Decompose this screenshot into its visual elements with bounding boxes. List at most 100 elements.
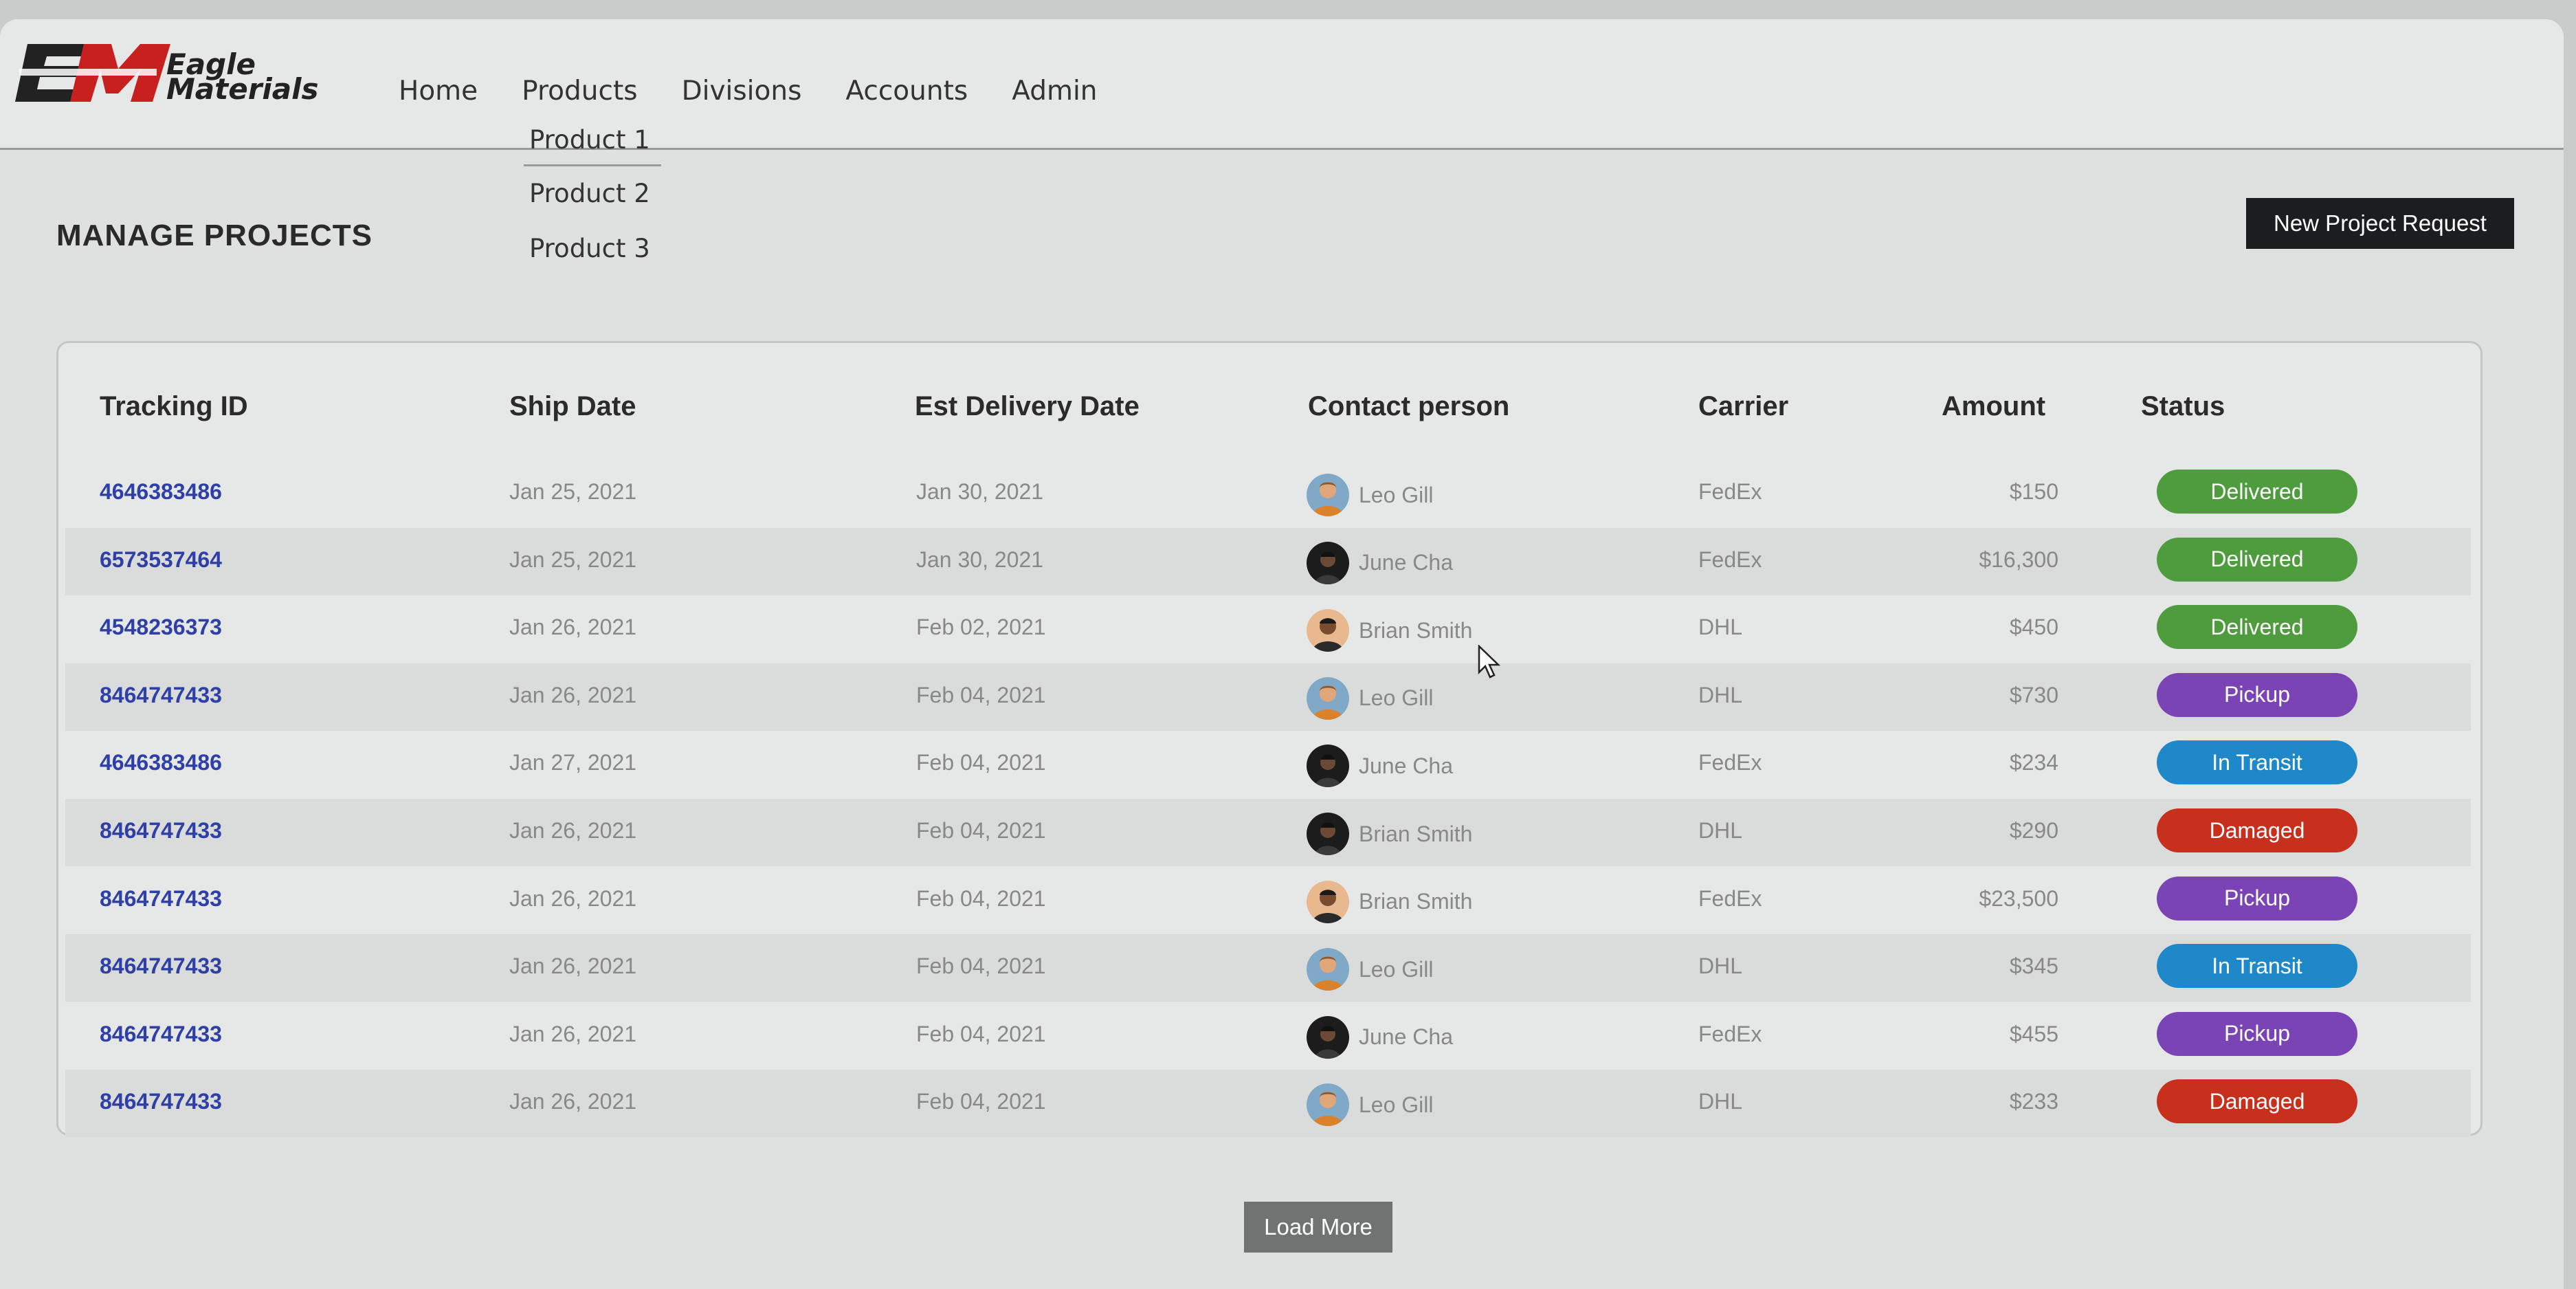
avatar bbox=[1307, 1015, 1349, 1059]
carrier: DHL bbox=[1698, 682, 1743, 707]
column-header-carrier[interactable]: Carrier bbox=[1698, 391, 1788, 422]
contact-name: Leo Gill bbox=[1359, 1092, 1434, 1117]
ship-date: Jan 26, 2021 bbox=[509, 1089, 637, 1114]
ship-date: Jan 27, 2021 bbox=[509, 750, 637, 775]
avatar bbox=[1307, 948, 1349, 991]
tracking-id-link[interactable]: 4646383486 bbox=[100, 750, 222, 775]
status-badge: Pickup bbox=[2157, 1011, 2357, 1056]
eagle-materials-logo[interactable]: Eagle Materials bbox=[15, 34, 345, 110]
new-project-request-button[interactable]: New Project Request bbox=[2246, 198, 2514, 249]
table-row[interactable]: 8464747433 Jan 26, 2021 Feb 04, 2021 Leo Gi… bbox=[65, 934, 2471, 1002]
table-row[interactable]: 8464747433 Jan 26, 2021 Feb 04, 2021 Leo Gi… bbox=[65, 1070, 2471, 1138]
avatar bbox=[1307, 1083, 1349, 1127]
nav-products[interactable]: Products bbox=[522, 76, 637, 107]
table-row[interactable]: 4548236373 Jan 26, 2021 Feb 02, 2021 Brian … bbox=[65, 595, 2471, 663]
contact-person[interactable]: Brian Smith bbox=[1307, 813, 1472, 855]
avatar bbox=[1307, 880, 1349, 923]
contact-person[interactable]: Brian Smith bbox=[1307, 609, 1472, 652]
contact-name: Brian Smith bbox=[1359, 617, 1473, 643]
contact-name: June Cha bbox=[1359, 550, 1453, 575]
dropdown-item-product-2[interactable]: Product 2 bbox=[524, 166, 661, 221]
contact-person[interactable]: Leo Gill bbox=[1307, 474, 1434, 516]
ship-date: Jan 26, 2021 bbox=[509, 885, 637, 911]
tracking-id-link[interactable]: 8464747433 bbox=[100, 886, 222, 912]
est-delivery-date: Feb 02, 2021 bbox=[916, 615, 1046, 640]
amount: $290 bbox=[2009, 818, 2058, 843]
projects-table-card: Tracking ID Ship Date Est Delivery Date … bbox=[56, 341, 2483, 1138]
column-header-contact-person[interactable]: Contact person bbox=[1308, 391, 1509, 422]
contact-person[interactable]: June Cha bbox=[1307, 541, 1453, 584]
ship-date: Jan 25, 2021 bbox=[509, 547, 637, 572]
products-dropdown-menu: Product 1 Product 2 Product 3 bbox=[524, 121, 661, 276]
tracking-id-link[interactable]: 8464747433 bbox=[100, 683, 222, 708]
amount: $455 bbox=[2009, 1021, 2058, 1046]
table-row[interactable]: 8464747433 Jan 26, 2021 Feb 04, 2021 Brian … bbox=[65, 867, 2471, 934]
app-window: Eagle Materials Home Products Divisions … bbox=[0, 19, 2564, 1289]
est-delivery-date: Feb 04, 2021 bbox=[916, 818, 1046, 843]
table-row[interactable]: 4646383486 Jan 27, 2021 Feb 04, 2021 June C… bbox=[65, 731, 2471, 798]
contact-name: June Cha bbox=[1359, 753, 1453, 778]
nav-admin[interactable]: Admin bbox=[1012, 76, 1097, 107]
amount: $234 bbox=[2009, 750, 2058, 775]
tracking-id-link[interactable]: 8464747433 bbox=[100, 1089, 222, 1114]
column-header-status[interactable]: Status bbox=[2141, 391, 2225, 422]
status-badge: Pickup bbox=[2157, 672, 2357, 717]
ship-date: Jan 26, 2021 bbox=[509, 954, 637, 979]
table-row[interactable]: 6573537464 Jan 25, 2021 Jan 30, 2021 June C… bbox=[65, 527, 2471, 595]
mouse-cursor-icon bbox=[1478, 645, 1501, 679]
status-badge: Pickup bbox=[2157, 876, 2357, 921]
est-delivery-date: Feb 04, 2021 bbox=[916, 682, 1046, 707]
em-logo-icon bbox=[15, 44, 170, 102]
nav-divisions[interactable]: Divisions bbox=[682, 76, 802, 107]
carrier: DHL bbox=[1698, 615, 1743, 640]
table-row[interactable]: 8464747433 Jan 26, 2021 Feb 04, 2021 June C… bbox=[65, 1002, 2471, 1070]
amount: $16,300 bbox=[1979, 547, 2058, 572]
avatar bbox=[1307, 813, 1349, 855]
est-delivery-date: Jan 30, 2021 bbox=[916, 547, 1044, 572]
column-header-amount[interactable]: Amount bbox=[1942, 391, 2045, 422]
contact-person[interactable]: Leo Gill bbox=[1307, 1083, 1434, 1127]
nav-home[interactable]: Home bbox=[399, 76, 478, 107]
contact-name: June Cha bbox=[1359, 1024, 1453, 1050]
column-header-tracking-id[interactable]: Tracking ID bbox=[100, 391, 248, 422]
status-badge: Damaged bbox=[2157, 1079, 2357, 1124]
column-header-ship-date[interactable]: Ship Date bbox=[509, 391, 636, 422]
tracking-id-link[interactable]: 4548236373 bbox=[100, 615, 222, 640]
tracking-id-link[interactable]: 6573537464 bbox=[100, 547, 222, 573]
contact-person[interactable]: Leo Gill bbox=[1307, 676, 1434, 720]
contact-person[interactable]: Brian Smith bbox=[1307, 880, 1473, 923]
contact-name: Brian Smith bbox=[1359, 889, 1473, 914]
dropdown-item-product-3[interactable]: Product 3 bbox=[524, 221, 661, 276]
avatar bbox=[1307, 474, 1349, 516]
column-header-est-delivery-date[interactable]: Est Delivery Date bbox=[915, 391, 1140, 422]
contact-person[interactable]: June Cha bbox=[1307, 745, 1453, 788]
carrier: DHL bbox=[1698, 954, 1743, 979]
ship-date: Jan 26, 2021 bbox=[509, 1021, 637, 1046]
carrier: DHL bbox=[1698, 818, 1743, 843]
status-badge: Delivered bbox=[2157, 537, 2357, 582]
avatar bbox=[1307, 609, 1349, 652]
page-title: MANAGE PROJECTS bbox=[56, 219, 373, 252]
nav-accounts[interactable]: Accounts bbox=[845, 76, 968, 107]
contact-name: Leo Gill bbox=[1359, 956, 1434, 982]
table-row[interactable]: 8464747433 Jan 26, 2021 Feb 04, 2021 Leo Gi… bbox=[65, 663, 2471, 731]
est-delivery-date: Feb 04, 2021 bbox=[916, 1021, 1046, 1046]
contact-person[interactable]: Leo Gill bbox=[1307, 948, 1434, 991]
contact-name: Leo Gill bbox=[1359, 685, 1434, 711]
tracking-id-link[interactable]: 4646383486 bbox=[100, 479, 222, 505]
amount: $233 bbox=[2009, 1089, 2058, 1114]
contact-person[interactable]: June Cha bbox=[1307, 1015, 1453, 1059]
status-badge: Damaged bbox=[2157, 808, 2357, 852]
status-badge: In Transit bbox=[2157, 740, 2357, 785]
tracking-id-link[interactable]: 8464747433 bbox=[100, 954, 222, 979]
load-more-button[interactable]: Load More bbox=[1244, 1202, 1392, 1253]
carrier: FedEx bbox=[1698, 750, 1762, 775]
dropdown-item-product-1[interactable]: Product 1 bbox=[524, 121, 661, 166]
est-delivery-date: Feb 04, 2021 bbox=[916, 1089, 1046, 1114]
avatar bbox=[1307, 541, 1349, 584]
table-row[interactable]: 8464747433 Jan 26, 2021 Feb 04, 2021 Brian … bbox=[65, 799, 2471, 866]
status-badge: Delivered bbox=[2157, 605, 2357, 650]
tracking-id-link[interactable]: 8464747433 bbox=[100, 1022, 222, 1047]
table-row[interactable]: 4646383486 Jan 25, 2021 Jan 30, 2021 Leo Gi… bbox=[65, 460, 2471, 527]
tracking-id-link[interactable]: 8464747433 bbox=[100, 818, 222, 844]
